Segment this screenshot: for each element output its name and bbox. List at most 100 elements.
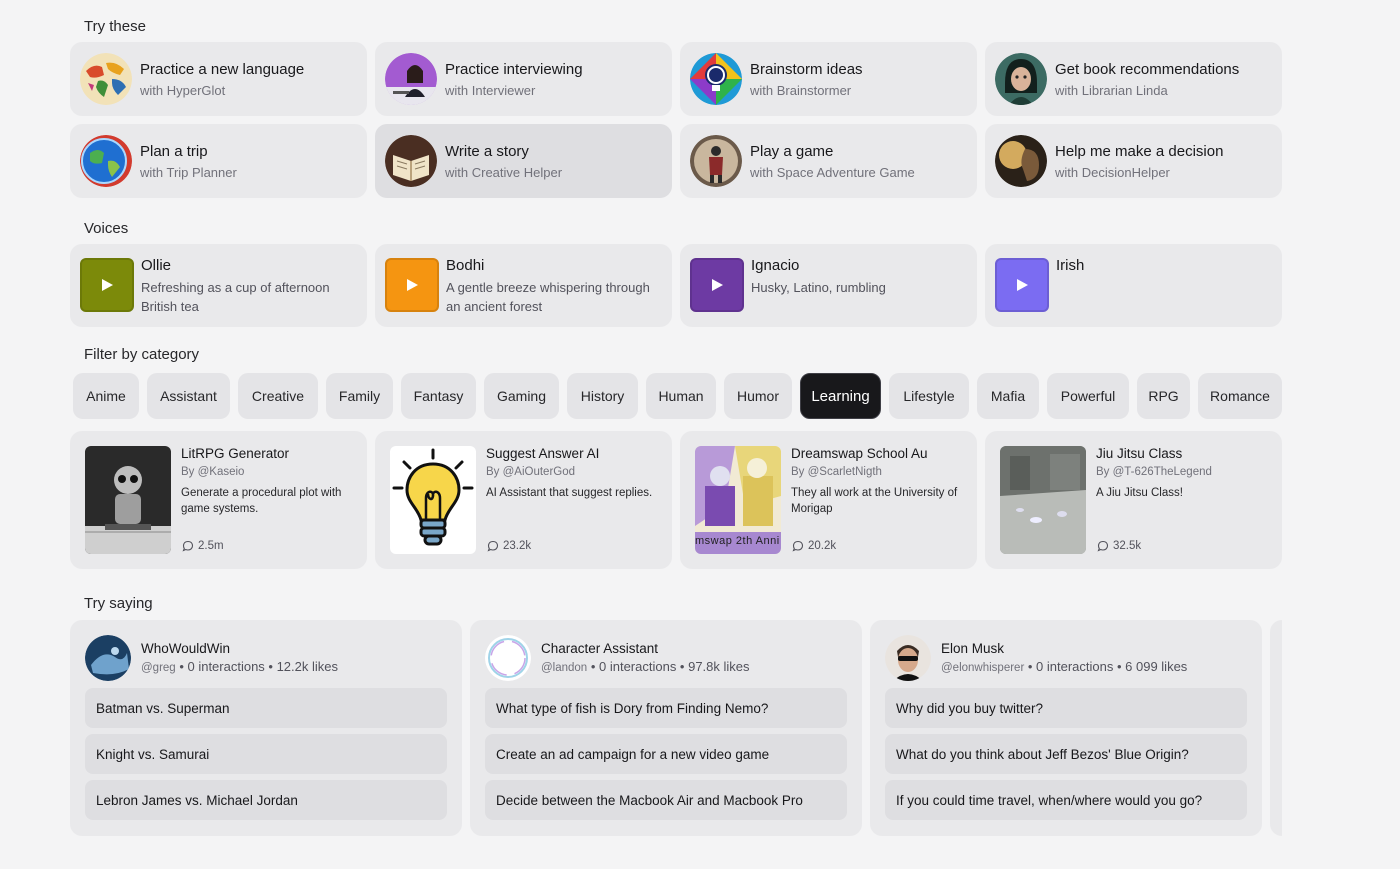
voice-card-bodhi[interactable]: Bodhi A gentle breeze whispering through… <box>375 244 672 327</box>
voice-name: Ollie <box>141 257 172 274</box>
try-card-subtitle: with Creative Helper <box>445 164 563 180</box>
voice-card-irish[interactable]: Irish <box>985 244 1282 327</box>
try-card-books[interactable]: Get book recommendations with Librarian … <box>985 42 1282 116</box>
character-card-jiu-jitsu[interactable]: Jiu Jitsu Class By @T-626TheLegend A Jiu… <box>985 431 1282 569</box>
chip-assistant[interactable]: Assistant <box>147 373 230 419</box>
chat-bubble-icon <box>182 540 194 552</box>
suggestion-item[interactable]: Knight vs. Samurai <box>85 734 447 774</box>
chip-history[interactable]: History <box>567 373 638 419</box>
voices-grid: Ollie Refreshing as a cup of afternoon B… <box>70 244 1282 327</box>
suggestion-item[interactable]: What type of fish is Dory from Finding N… <box>485 688 847 728</box>
character-description: A Jiu Jitsu Class! <box>1096 487 1183 499</box>
play-icon <box>712 279 723 291</box>
section-title-try-these: Try these <box>84 18 146 35</box>
thinker-avatar <box>995 135 1047 187</box>
character-name[interactable]: Character Assistant <box>541 641 658 656</box>
suggestion-item[interactable]: Create an ad campaign for a new video ga… <box>485 734 847 774</box>
try-card-title: Practice a new language <box>140 60 305 78</box>
interviewer-avatar <box>385 53 437 105</box>
character-stats: • 0 interactions • 97.8k likes <box>587 659 750 674</box>
chip-mafia[interactable]: Mafia <box>977 373 1039 419</box>
try-card-title: Plan a trip <box>140 142 208 160</box>
character-handle[interactable]: @greg <box>141 662 176 674</box>
chip-human[interactable]: Human <box>646 373 716 419</box>
try-card-title: Help me make a decision <box>1055 142 1224 160</box>
character-meta: @landon • 0 interactions • 97.8k likes <box>541 659 750 674</box>
category-chips: Anime Assistant Creative Family Fantasy … <box>73 373 1282 419</box>
chip-family[interactable]: Family <box>326 373 393 419</box>
play-button[interactable] <box>690 258 744 312</box>
world-map-avatar <box>80 53 132 105</box>
section-title-try-saying: Try saying <box>84 595 153 612</box>
try-card-subtitle: with HyperGlot <box>140 82 226 98</box>
chip-humor[interactable]: Humor <box>724 373 792 419</box>
suggestion-item[interactable]: Why did you buy twitter? <box>885 688 1247 728</box>
character-assistant-avatar[interactable] <box>485 635 531 681</box>
try-card-title: Write a story <box>445 142 529 160</box>
suggestion-item[interactable]: Batman vs. Superman <box>85 688 447 728</box>
try-card-story[interactable]: Write a story with Creative Helper <box>375 124 672 198</box>
robot-image <box>85 446 171 554</box>
chip-powerful[interactable]: Powerful <box>1047 373 1129 419</box>
chip-rpg[interactable]: RPG <box>1137 373 1190 419</box>
elon-musk-avatar[interactable] <box>885 635 931 681</box>
character-stats: • 0 interactions • 12.2k likes <box>175 659 338 674</box>
try-card-game[interactable]: Play a game with Space Adventure Game <box>680 124 977 198</box>
character-card-dreamswap[interactable]: mswap 2th Anni Dreamswap School Au By @S… <box>680 431 977 569</box>
voice-name: Irish <box>1056 257 1085 274</box>
suggestion-item[interactable]: If you could time travel, when/where wou… <box>885 780 1247 820</box>
try-card-brainstorm[interactable]: Brainstorm ideas with Brainstormer <box>680 42 977 116</box>
interaction-count: 32.5k <box>1097 540 1141 552</box>
try-card-subtitle: with Trip Planner <box>140 164 237 180</box>
play-button[interactable] <box>80 258 134 312</box>
count-value: 2.5m <box>198 540 224 552</box>
character-description: They all work at the University of Morig… <box>791 487 958 515</box>
chip-gaming[interactable]: Gaming <box>484 373 559 419</box>
chat-bubble-icon <box>792 540 804 552</box>
character-handle[interactable]: @landon <box>541 662 587 674</box>
character-card-suggest-answer[interactable]: Suggest Answer AI By @AiOuterGod AI Assi… <box>375 431 672 569</box>
try-card-language[interactable]: Practice a new language with HyperGlot <box>70 42 367 116</box>
try-card-trip[interactable]: Plan a trip with Trip Planner <box>70 124 367 198</box>
whowouldwin-avatar[interactable] <box>85 635 131 681</box>
character-title: Suggest Answer AI <box>486 446 600 461</box>
play-button[interactable] <box>385 258 439 312</box>
character-handle[interactable]: @elonwhisperer <box>941 662 1024 674</box>
chip-romance[interactable]: Romance <box>1198 373 1282 419</box>
try-card-interviewing[interactable]: Practice interviewing with Interviewer <box>375 42 672 116</box>
character-author: By @AiOuterGod <box>486 466 576 478</box>
dreamswap-image: mswap 2th Anni <box>695 446 781 554</box>
voice-card-ignacio[interactable]: Ignacio Husky, Latino, rumbling <box>680 244 977 327</box>
count-value: 23.2k <box>503 540 532 552</box>
character-title: Dreamswap School Au <box>791 446 928 461</box>
try-card-subtitle: with DecisionHelper <box>1055 164 1170 180</box>
librarian-avatar <box>995 53 1047 105</box>
character-name[interactable]: Elon Musk <box>941 641 1004 656</box>
interaction-count: 20.2k <box>792 540 836 552</box>
character-description: AI Assistant that suggest replies. <box>486 487 653 499</box>
try-saying-row: WhoWouldWin @greg • 0 interactions • 12.… <box>70 620 1282 836</box>
chip-learning[interactable]: Learning <box>800 373 881 419</box>
character-author: By @ScarletNigth <box>791 466 882 478</box>
suggestion-item[interactable]: What do you think about Jeff Bezos' Blue… <box>885 734 1247 774</box>
voice-description: Refreshing as a cup of afternoon British… <box>141 280 330 314</box>
try-these-grid: Practice a new language with HyperGlot P… <box>70 42 1282 198</box>
dreamswap-caption: mswap 2th Anni <box>695 535 780 547</box>
character-name[interactable]: WhoWouldWin <box>141 641 230 656</box>
chip-fantasy[interactable]: Fantasy <box>401 373 476 419</box>
suggestion-item[interactable]: Decide between the Macbook Air and Macbo… <box>485 780 847 820</box>
suggestion-item[interactable]: Lebron James vs. Michael Jordan <box>85 780 447 820</box>
character-title: Jiu Jitsu Class <box>1096 446 1183 461</box>
character-meta: @elonwhisperer • 0 interactions • 6 099 … <box>941 659 1187 674</box>
chip-creative[interactable]: Creative <box>238 373 318 419</box>
character-card-litrpg[interactable]: LitRPG Generator By @Kaseio Generate a p… <box>70 431 367 569</box>
say-card-elon-musk: Elon Musk @elonwhisperer • 0 interaction… <box>870 620 1262 836</box>
chip-lifestyle[interactable]: Lifestyle <box>889 373 969 419</box>
play-button[interactable] <box>995 258 1049 312</box>
try-card-decision[interactable]: Help me make a decision with DecisionHel… <box>985 124 1282 198</box>
play-icon <box>407 279 418 291</box>
chip-anime[interactable]: Anime <box>73 373 139 419</box>
play-icon <box>1017 279 1028 291</box>
voice-description: Husky, Latino, rumbling <box>751 280 886 295</box>
voice-card-ollie[interactable]: Ollie Refreshing as a cup of afternoon B… <box>70 244 367 327</box>
